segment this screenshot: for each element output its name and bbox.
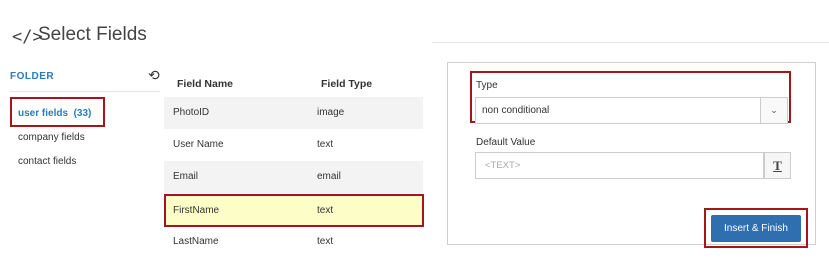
table-row[interactable]: LastName text — [164, 226, 423, 258]
field-type-cell: image — [317, 107, 345, 118]
field-type-cell: text — [317, 236, 334, 247]
table-row[interactable]: Email email — [164, 161, 423, 193]
type-select[interactable]: non conditional ⌄ — [475, 97, 788, 124]
field-name-cell: FirstName — [173, 205, 220, 216]
folder-item-count: (33) — [73, 108, 92, 119]
field-type-cell: email — [317, 171, 341, 182]
type-select-value: non conditional — [482, 105, 550, 116]
field-type-cell: text — [317, 139, 334, 150]
text-format-button[interactable]: T — [764, 152, 791, 179]
folder-item-user-fields[interactable]: user fields (33) — [18, 108, 91, 119]
insert-finish-button[interactable]: Insert & Finish — [711, 215, 801, 242]
chevron-down-icon[interactable]: ⌄ — [760, 98, 787, 123]
field-name-cell: Email — [173, 171, 199, 182]
folder-item-company-fields[interactable]: company fields — [18, 132, 85, 143]
field-type-cell: text — [317, 205, 334, 216]
default-value-input[interactable]: <TEXT> — [475, 152, 764, 179]
default-value-label: Default Value — [476, 137, 536, 148]
type-label: Type — [476, 80, 498, 91]
table-row[interactable]: PhotoID image — [164, 97, 423, 129]
folder-divider — [10, 91, 160, 92]
folder-item-contact-fields[interactable]: contact fields — [18, 156, 76, 167]
field-name-cell: PhotoID — [173, 107, 210, 118]
table-row-selected[interactable]: FirstName text — [164, 194, 424, 227]
table-row[interactable]: User Name text — [164, 129, 423, 161]
field-name-cell: LastName — [173, 236, 219, 247]
folder-heading: FOLDER — [10, 71, 55, 82]
column-header-field-type[interactable]: Field Type — [321, 78, 372, 90]
page-title: Select Fields — [38, 24, 147, 45]
field-name-cell: User Name — [173, 139, 224, 150]
header-divider — [432, 42, 829, 43]
folder-item-label: user fields — [18, 108, 69, 119]
column-header-field-name[interactable]: Field Name — [177, 78, 233, 90]
refresh-icon[interactable]: ⟲ — [148, 67, 160, 84]
